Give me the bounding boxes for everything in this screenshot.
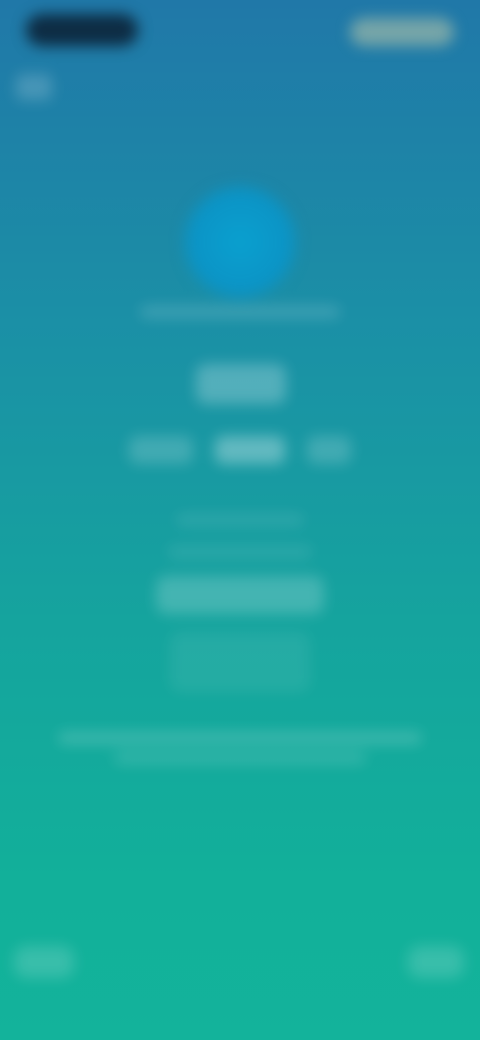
footer-left-button[interactable] xyxy=(14,946,74,978)
tab-3[interactable] xyxy=(307,436,351,464)
back-button[interactable] xyxy=(16,74,52,100)
tab-bar xyxy=(110,430,370,470)
hero-value xyxy=(196,364,286,404)
content-placeholder-box xyxy=(170,632,310,692)
status-pill-right[interactable] xyxy=(350,18,454,46)
primary-action-button[interactable] xyxy=(156,576,324,614)
tab-1[interactable] xyxy=(129,436,193,464)
info-banner xyxy=(58,732,422,804)
placeholder-line xyxy=(168,546,312,558)
app-logo-icon xyxy=(184,186,296,298)
app-screen xyxy=(0,0,480,1040)
banner-line-2 xyxy=(114,752,366,764)
status-pill-left xyxy=(26,14,138,46)
banner-line-1 xyxy=(58,732,422,744)
hero-title xyxy=(140,306,340,318)
placeholder-line xyxy=(176,514,304,526)
footer-right-button[interactable] xyxy=(408,946,464,978)
tab-2[interactable] xyxy=(215,436,285,464)
